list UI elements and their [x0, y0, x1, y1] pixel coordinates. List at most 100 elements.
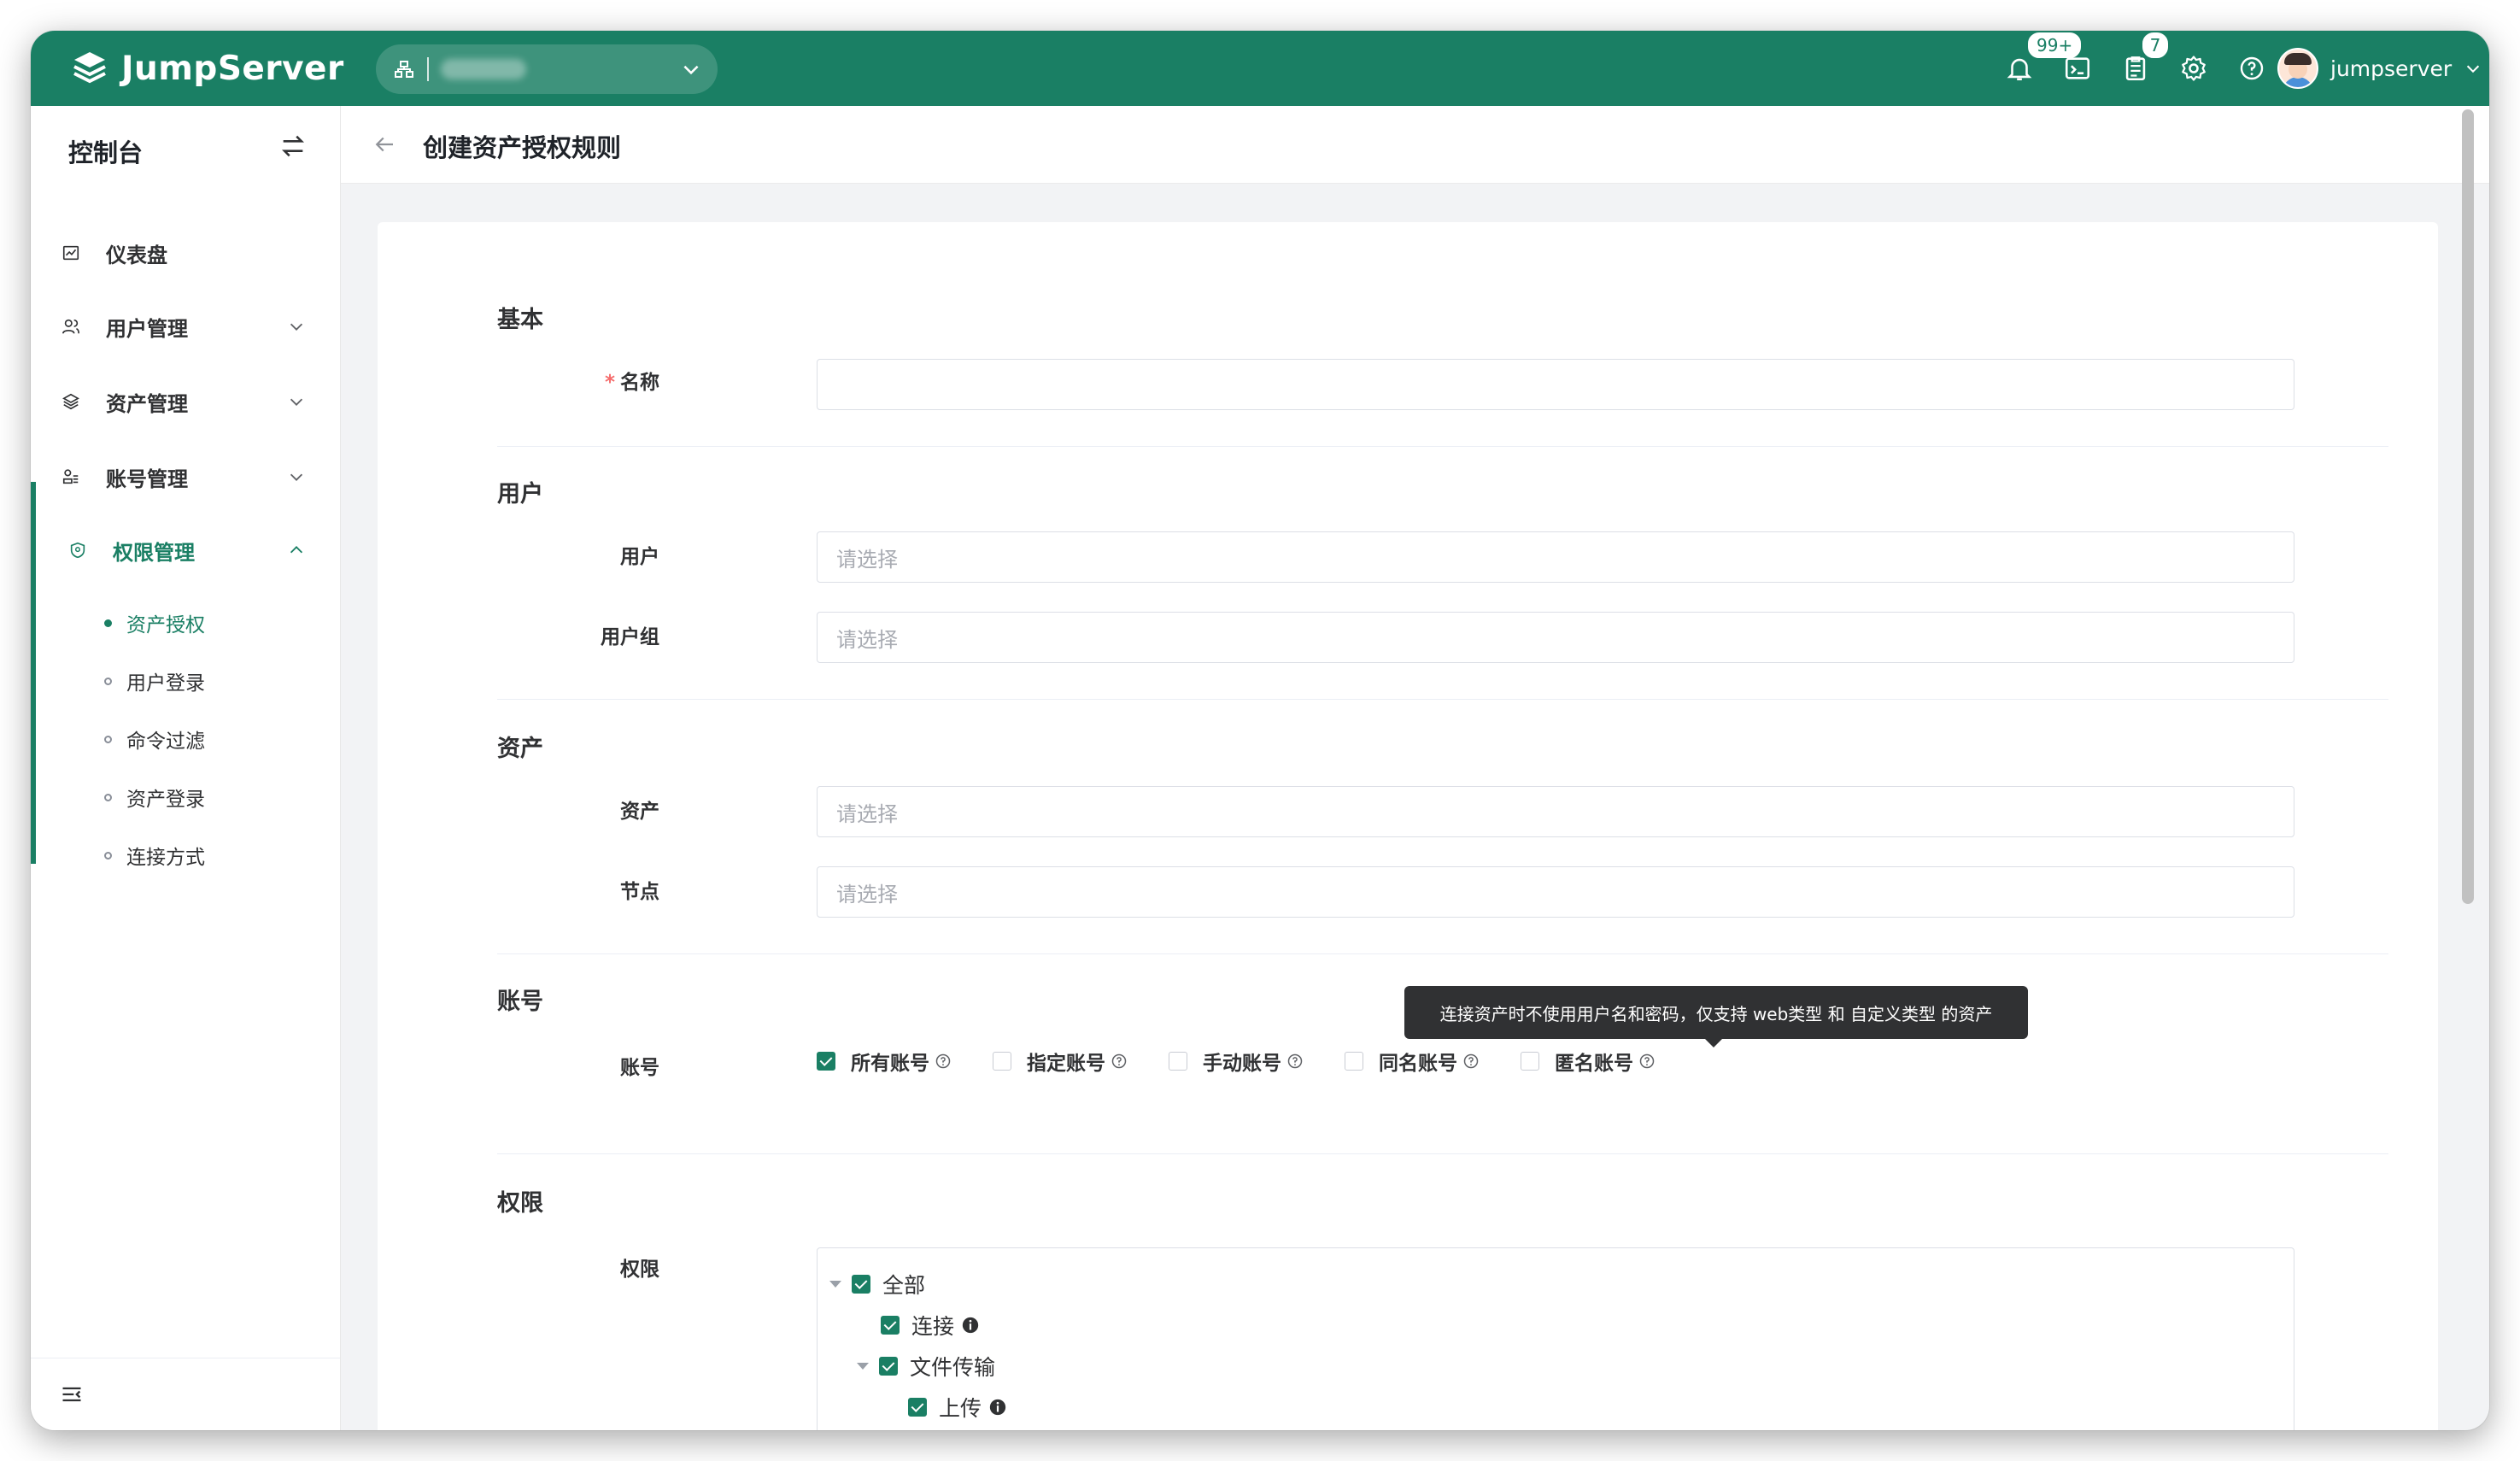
chevron-down-icon	[290, 323, 303, 331]
asset-label: 资产	[620, 801, 659, 823]
switch-view-icon[interactable]	[278, 132, 308, 161]
question-icon[interactable]	[1638, 1053, 1656, 1070]
brand-logo[interactable]: JumpServer	[70, 44, 344, 92]
required-asterisk: *	[604, 372, 615, 394]
account-option-specified[interactable]: 指定账号	[993, 1047, 1128, 1076]
node-label: 节点	[620, 881, 659, 903]
organization-icon	[393, 58, 415, 80]
assets-icon	[60, 390, 82, 413]
tree-node-connect[interactable]: 连接	[881, 1308, 980, 1342]
checkbox-checked[interactable]	[817, 1052, 835, 1071]
question-icon[interactable]	[935, 1053, 952, 1070]
section-divider	[497, 953, 2388, 954]
sidebar-subitem-asset-login[interactable]: 资产登录	[36, 774, 340, 820]
gear-icon	[2182, 56, 2206, 81]
bullet-dot	[104, 851, 112, 860]
caret-down-icon[interactable]	[829, 1281, 841, 1288]
question-icon[interactable]	[1286, 1053, 1304, 1070]
sidebar-subitem-label: 连接方式	[126, 847, 205, 869]
question-icon[interactable]	[1462, 1053, 1480, 1070]
user-select[interactable]: 请选择	[817, 531, 2294, 583]
sidebar-group-permissions: 权限管理 资产授权 用户登录 命令过滤 资产登录 连接方式	[31, 482, 340, 869]
sidebar-item-label: 资产管理	[106, 391, 188, 416]
tree-node-file-transfer[interactable]: 文件传输	[857, 1349, 995, 1383]
web-terminal-button[interactable]	[2062, 53, 2093, 84]
organization-select[interactable]	[376, 44, 718, 94]
permission-tree: 全部 连接 文件传输 上传 下载	[817, 1247, 2294, 1430]
section-user-title: 用户	[497, 481, 543, 508]
checkbox-checked[interactable]	[852, 1275, 870, 1294]
settings-button[interactable]	[2178, 53, 2209, 84]
user-menu[interactable]: jumpserver	[2277, 48, 2482, 89]
jumpserver-logo-icon	[73, 52, 106, 84]
section-divider	[497, 446, 2388, 447]
sidebar-subitem-label: 用户登录	[126, 672, 205, 695]
page-title: 创建资产授权规则	[423, 133, 622, 162]
sidebar-subitem-asset-permission[interactable]: 资产授权	[36, 600, 340, 646]
asset-select[interactable]: 请选择	[817, 786, 2294, 837]
tree-node-all[interactable]: 全部	[829, 1267, 925, 1301]
checkbox-label: 所有账号	[851, 1053, 929, 1075]
ticket-list-icon	[2125, 56, 2146, 81]
sidebar-subitem-connect-method[interactable]: 连接方式	[36, 832, 340, 878]
dashboard-icon	[60, 242, 82, 264]
chevron-down-icon	[683, 65, 699, 75]
sidebar: 控制台 仪表盘 用户管理 资产管理 账号管理 权限管理 资产授权 用户登录 命令…	[31, 106, 341, 1430]
terminal-icon	[2065, 57, 2090, 79]
sidebar-item-assets[interactable]: 资产管理	[31, 376, 340, 427]
checkbox-checked[interactable]	[879, 1357, 898, 1376]
sidebar-item-dashboard[interactable]: 仪表盘	[31, 227, 340, 279]
checkbox-label: 匿名账号	[1555, 1053, 1633, 1075]
username: jumpserver	[2330, 56, 2453, 81]
shield-icon	[67, 539, 89, 561]
checkbox-unchecked[interactable]	[1521, 1052, 1539, 1071]
node-select[interactable]: 请选择	[817, 866, 2294, 918]
checkbox-unchecked[interactable]	[993, 1052, 1011, 1071]
chevron-up-icon	[290, 546, 303, 554]
sidebar-title: 控制台	[68, 138, 144, 167]
checkbox-unchecked[interactable]	[1345, 1052, 1363, 1071]
checkbox-checked[interactable]	[881, 1316, 900, 1335]
question-icon[interactable]	[1111, 1053, 1128, 1070]
user-group-select[interactable]: 请选择	[817, 612, 2294, 663]
name-label: * 名称	[604, 372, 659, 394]
checkbox-label: 同名账号	[1379, 1053, 1457, 1075]
sidebar-item-permissions[interactable]: 权限管理	[36, 525, 340, 576]
sidebar-item-users[interactable]: 用户管理	[31, 301, 340, 352]
organization-name-blurred	[441, 59, 526, 79]
top-navbar: JumpServer 99+ 7 jumpserver	[31, 31, 2489, 106]
section-asset-title: 资产	[497, 736, 543, 762]
checkbox-checked[interactable]	[908, 1398, 927, 1417]
anonymous-account-tooltip: 连接资产时不使用用户名和密码，仅支持 web类型 和 自定义类型 的资产	[1404, 986, 2028, 1047]
account-option-anonymous[interactable]: 匿名账号	[1521, 1047, 1656, 1076]
notification-button[interactable]	[2004, 53, 2035, 84]
account-option-manual[interactable]: 手动账号	[1169, 1047, 1304, 1076]
page-scrollbar[interactable]	[2462, 109, 2474, 904]
page-header: 创建资产授权规则	[341, 106, 2489, 184]
name-input[interactable]	[817, 359, 2294, 410]
sidebar-subitem-command-filter[interactable]: 命令过滤	[36, 716, 340, 762]
tree-node-upload[interactable]: 上传	[908, 1390, 1007, 1424]
caret-down-icon[interactable]	[857, 1363, 869, 1370]
sidebar-subitem-user-login[interactable]: 用户登录	[36, 658, 340, 704]
info-icon[interactable]	[988, 1398, 1007, 1417]
help-button[interactable]	[2236, 53, 2267, 84]
sidebar-subitem-label: 命令过滤	[126, 730, 205, 753]
checkbox-label: 手动账号	[1203, 1053, 1281, 1075]
info-icon[interactable]	[961, 1316, 980, 1335]
back-arrow-icon[interactable]	[372, 132, 397, 157]
account-options: 所有账号 指定账号 手动账号 同名账号 匿名账号	[817, 1046, 1697, 1077]
chevron-down-icon	[290, 398, 303, 406]
sidebar-item-label: 权限管理	[113, 540, 195, 565]
user-group-label: 用户组	[601, 626, 659, 648]
collapse-sidebar-icon[interactable]	[60, 1382, 84, 1406]
account-option-same-name[interactable]: 同名账号	[1345, 1047, 1480, 1076]
form-card: 基本 * 名称 用户 用户 请选择 用户组 请选择 资产 资产 请选择 节点 请选…	[378, 222, 2438, 1430]
bullet-dot	[104, 735, 112, 743]
account-option-all[interactable]: 所有账号	[817, 1047, 952, 1076]
section-account-title: 账号	[497, 989, 543, 1015]
checkbox-unchecked[interactable]	[1169, 1052, 1187, 1071]
tree-node-label: 上传	[939, 1396, 982, 1421]
sidebar-subitem-label: 资产登录	[126, 789, 205, 811]
bell-icon	[2007, 58, 2032, 81]
